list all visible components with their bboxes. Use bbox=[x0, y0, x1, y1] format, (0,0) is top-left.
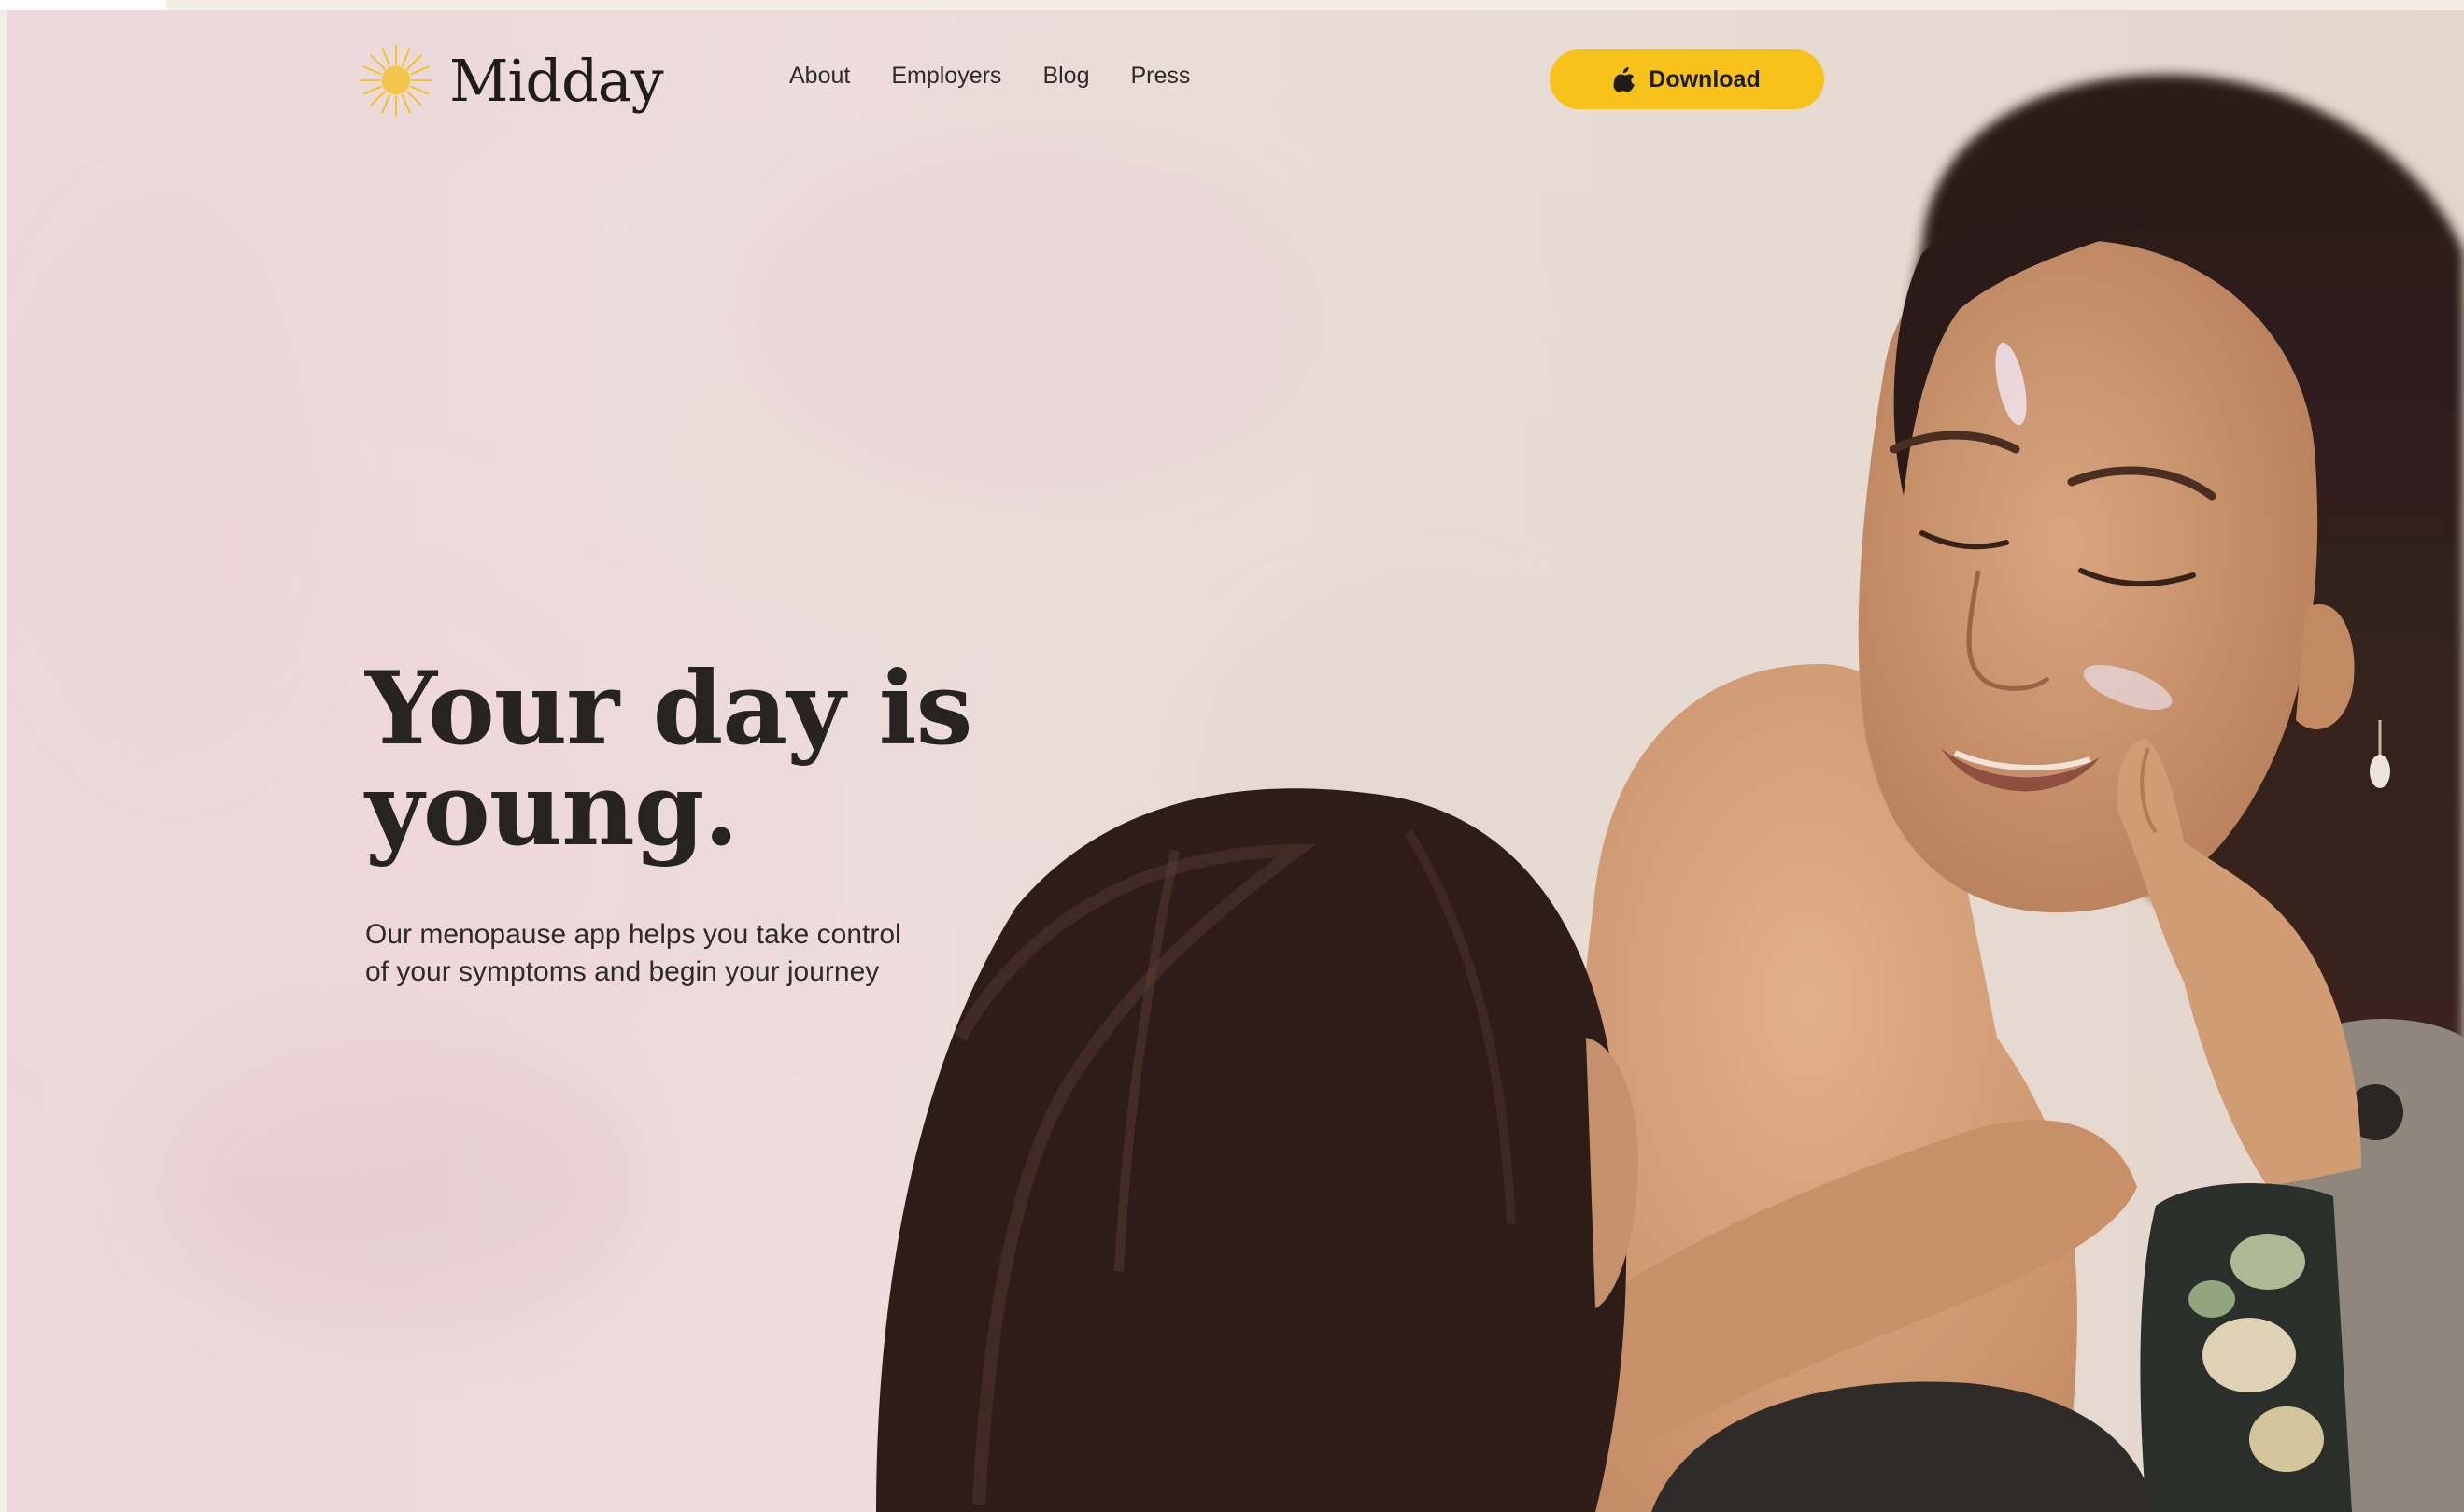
brand-name: Midday bbox=[449, 46, 664, 115]
brand-logo[interactable]: Midday bbox=[356, 38, 664, 122]
hero-headline-line2: young. bbox=[365, 751, 739, 869]
top-strip bbox=[0, 0, 2464, 10]
apple-icon bbox=[1613, 67, 1636, 92]
hero-subtext-line1: Our menopause app helps you take control bbox=[365, 919, 901, 950]
landing-page: Midday About Employers Blog Press Downlo… bbox=[0, 0, 2464, 1512]
download-button-label: Download bbox=[1649, 65, 1761, 92]
sun-icon bbox=[360, 44, 432, 117]
hero-section: Midday About Employers Blog Press Downlo… bbox=[7, 10, 2464, 1512]
hero-subtext-line2: of your symptoms and begin your journey bbox=[365, 956, 880, 987]
top-strip-chip bbox=[0, 0, 166, 10]
main-nav: About Employers Blog Press bbox=[789, 63, 1231, 90]
nav-link-blog[interactable]: Blog bbox=[1042, 63, 1089, 90]
nav-link-about[interactable]: About bbox=[789, 63, 850, 90]
download-button[interactable]: Download bbox=[1550, 49, 1824, 109]
hero-subtext: Our menopause app helps you take control… bbox=[365, 916, 982, 991]
nav-link-employers[interactable]: Employers bbox=[891, 63, 1001, 90]
nav-link-press[interactable]: Press bbox=[1130, 63, 1190, 90]
hero-headline: Your day is young. bbox=[365, 658, 1038, 860]
